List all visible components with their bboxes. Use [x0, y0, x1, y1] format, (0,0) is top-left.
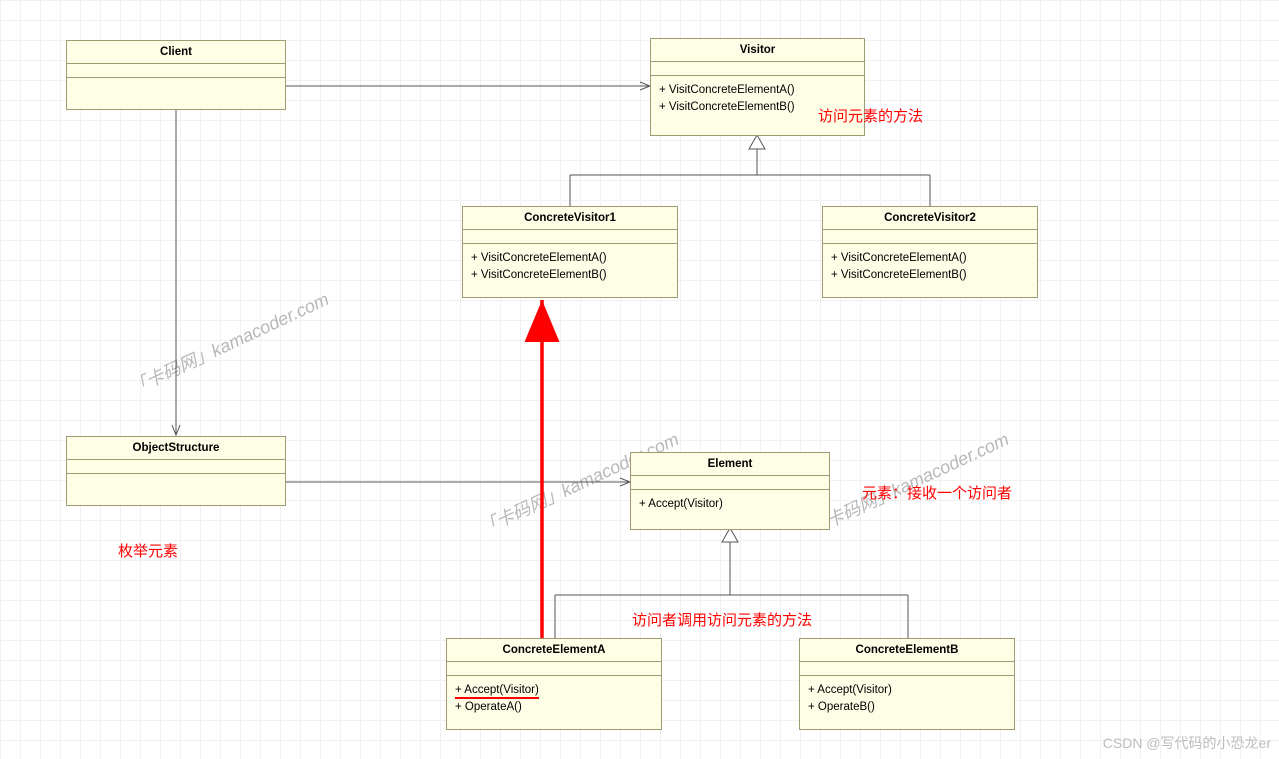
- cv2-m2: + VisitConcreteElementB(): [831, 267, 1029, 284]
- class-concrete-visitor-2: ConcreteVisitor2 + VisitConcreteElementA…: [822, 206, 1038, 298]
- class-element: Element + Accept(Visitor): [630, 452, 830, 530]
- ceb-title: ConcreteElementB: [800, 639, 1014, 662]
- class-client-mid: [67, 64, 285, 78]
- cv2-m1: + VisitConcreteElementA(): [831, 250, 1029, 267]
- cv2-mid: [823, 230, 1037, 244]
- cea-m2: + OperateA(): [455, 699, 653, 716]
- class-concrete-visitor-1: ConcreteVisitor1 + VisitConcreteElementA…: [462, 206, 678, 298]
- os-mid: [67, 460, 285, 474]
- annotation-element-accept: 元素：接收一个访问者: [862, 482, 1012, 503]
- cv1-m1: + VisitConcreteElementA(): [471, 250, 669, 267]
- annotation-visit-method: 访问元素的方法: [818, 105, 923, 126]
- class-client-members: [67, 78, 285, 92]
- class-visitor-mid: [651, 62, 864, 76]
- cea-m1: + Accept(Visitor): [455, 682, 653, 699]
- ceb-mid: [800, 662, 1014, 676]
- cv1-title: ConcreteVisitor1: [463, 207, 677, 230]
- class-concrete-element-b: ConcreteElementB + Accept(Visitor) + Ope…: [799, 638, 1015, 730]
- cv1-members: + VisitConcreteElementA() + VisitConcret…: [463, 244, 677, 289]
- cv1-m2: + VisitConcreteElementB(): [471, 267, 669, 284]
- class-concrete-element-a: ConcreteElementA + Accept(Visitor) + Ope…: [446, 638, 662, 730]
- annotation-enum-elements: 枚举元素: [118, 540, 178, 561]
- ceb-m1: + Accept(Visitor): [808, 682, 1006, 699]
- cea-title: ConcreteElementA: [447, 639, 661, 662]
- os-title: ObjectStructure: [67, 437, 285, 460]
- class-visitor-title: Visitor: [651, 39, 864, 62]
- class-client-title: Client: [67, 41, 285, 64]
- annotation-visitor-call: 访问者调用访问元素的方法: [632, 609, 812, 630]
- ceb-members: + Accept(Visitor) + OperateB(): [800, 676, 1014, 721]
- csdn-watermark: CSDN @写代码的小恐龙er: [1103, 733, 1271, 753]
- ceb-m2: + OperateB(): [808, 699, 1006, 716]
- cv2-title: ConcreteVisitor2: [823, 207, 1037, 230]
- cv1-mid: [463, 230, 677, 244]
- element-members: + Accept(Visitor): [631, 490, 829, 519]
- cv2-members: + VisitConcreteElementA() + VisitConcret…: [823, 244, 1037, 289]
- class-client: Client: [66, 40, 286, 110]
- cea-mid: [447, 662, 661, 676]
- visitor-m1: + VisitConcreteElementA(): [659, 82, 856, 99]
- element-mid: [631, 476, 829, 490]
- element-title: Element: [631, 453, 829, 476]
- cea-members: + Accept(Visitor) + OperateA(): [447, 676, 661, 721]
- os-members: [67, 474, 285, 488]
- element-m1: + Accept(Visitor): [639, 496, 821, 513]
- class-object-structure: ObjectStructure: [66, 436, 286, 506]
